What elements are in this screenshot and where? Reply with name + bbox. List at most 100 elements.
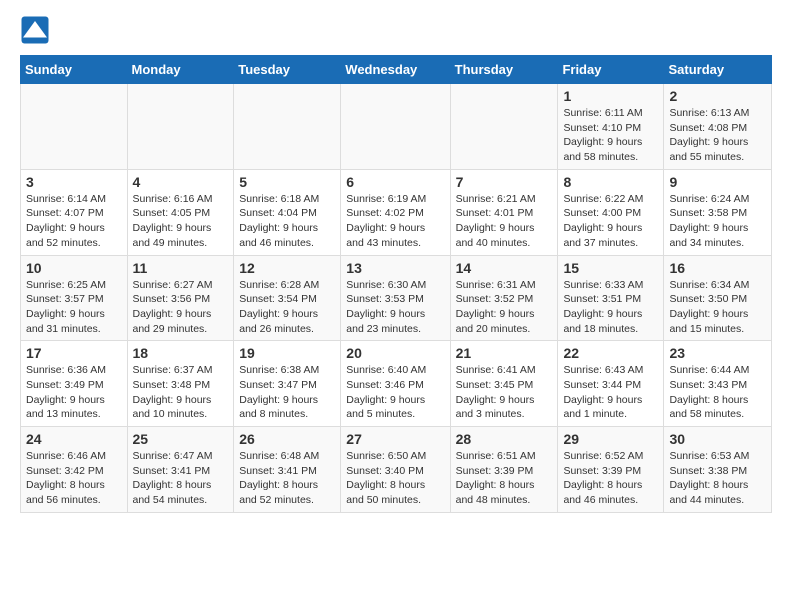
day-number: 3 xyxy=(26,174,122,190)
day-info: Sunrise: 6:41 AM Sunset: 3:45 PM Dayligh… xyxy=(456,363,553,422)
week-row-0: 1Sunrise: 6:11 AM Sunset: 4:10 PM Daylig… xyxy=(21,84,772,170)
day-number: 15 xyxy=(563,260,658,276)
day-number: 27 xyxy=(346,431,444,447)
day-number: 22 xyxy=(563,345,658,361)
day-info: Sunrise: 6:34 AM Sunset: 3:50 PM Dayligh… xyxy=(669,278,766,337)
day-number: 18 xyxy=(133,345,229,361)
day-info: Sunrise: 6:48 AM Sunset: 3:41 PM Dayligh… xyxy=(239,449,335,508)
day-info: Sunrise: 6:43 AM Sunset: 3:44 PM Dayligh… xyxy=(563,363,658,422)
day-cell: 1Sunrise: 6:11 AM Sunset: 4:10 PM Daylig… xyxy=(558,84,664,170)
day-cell: 3 Sunrise: 6:14 AM Sunset: 4:07 PM Daylig… xyxy=(21,169,128,255)
day-cell: 26 Sunrise: 6:48 AM Sunset: 3:41 PM Dayli… xyxy=(234,427,341,513)
day-info: Sunrise: 6:46 AM Sunset: 3:42 PM Dayligh… xyxy=(26,449,122,508)
day-cell: 14 Sunrise: 6:31 AM Sunset: 3:52 PM Dayli… xyxy=(450,255,558,341)
day-cell: 12Sunrise: 6:28 AM Sunset: 3:54 PM Dayli… xyxy=(234,255,341,341)
header-cell-tuesday: Tuesday xyxy=(234,56,341,84)
day-info: Sunrise: 6:16 AM Sunset: 4:05 PM Dayligh… xyxy=(133,192,229,251)
day-cell: 5 Sunrise: 6:18 AM Sunset: 4:04 PM Daylig… xyxy=(234,169,341,255)
day-number: 14 xyxy=(456,260,553,276)
week-row-1: 3 Sunrise: 6:14 AM Sunset: 4:07 PM Daylig… xyxy=(21,169,772,255)
day-number: 21 xyxy=(456,345,553,361)
day-cell: 21 Sunrise: 6:41 AM Sunset: 3:45 PM Dayli… xyxy=(450,341,558,427)
day-info: Sunrise: 6:14 AM Sunset: 4:07 PM Dayligh… xyxy=(26,192,122,251)
header-cell-saturday: Saturday xyxy=(664,56,772,84)
day-cell xyxy=(450,84,558,170)
day-number: 24 xyxy=(26,431,122,447)
day-cell: 24 Sunrise: 6:46 AM Sunset: 3:42 PM Dayli… xyxy=(21,427,128,513)
day-cell: 16 Sunrise: 6:34 AM Sunset: 3:50 PM Dayli… xyxy=(664,255,772,341)
day-number: 17 xyxy=(26,345,122,361)
day-info: Sunrise: 6:37 AM Sunset: 3:48 PM Dayligh… xyxy=(133,363,229,422)
day-info: Sunrise: 6:27 AM Sunset: 3:56 PM Dayligh… xyxy=(133,278,229,337)
day-cell: 29 Sunrise: 6:52 AM Sunset: 3:39 PM Dayli… xyxy=(558,427,664,513)
day-cell: 28 Sunrise: 6:51 AM Sunset: 3:39 PM Dayli… xyxy=(450,427,558,513)
week-row-3: 17Sunrise: 6:36 AM Sunset: 3:49 PM Dayli… xyxy=(21,341,772,427)
day-cell: 2 Sunrise: 6:13 AM Sunset: 4:08 PM Daylig… xyxy=(664,84,772,170)
day-info: Sunrise: 6:18 AM Sunset: 4:04 PM Dayligh… xyxy=(239,192,335,251)
header-cell-wednesday: Wednesday xyxy=(341,56,450,84)
day-cell: 6 Sunrise: 6:19 AM Sunset: 4:02 PM Daylig… xyxy=(341,169,450,255)
day-cell: 17Sunrise: 6:36 AM Sunset: 3:49 PM Dayli… xyxy=(21,341,128,427)
day-number: 1 xyxy=(563,88,658,104)
calendar-header: SundayMondayTuesdayWednesdayThursdayFrid… xyxy=(21,56,772,84)
day-info: Sunrise: 6:25 AM Sunset: 3:57 PM Dayligh… xyxy=(26,278,122,337)
day-info: Sunrise: 6:28 AM Sunset: 3:54 PM Dayligh… xyxy=(239,278,335,337)
day-cell: 4Sunrise: 6:16 AM Sunset: 4:05 PM Daylig… xyxy=(127,169,234,255)
day-number: 8 xyxy=(563,174,658,190)
day-number: 6 xyxy=(346,174,444,190)
page-container: SundayMondayTuesdayWednesdayThursdayFrid… xyxy=(0,0,792,528)
day-number: 9 xyxy=(669,174,766,190)
logo xyxy=(20,15,52,45)
day-number: 16 xyxy=(669,260,766,276)
day-cell: 19Sunrise: 6:38 AM Sunset: 3:47 PM Dayli… xyxy=(234,341,341,427)
day-number: 29 xyxy=(563,431,658,447)
header-row: SundayMondayTuesdayWednesdayThursdayFrid… xyxy=(21,56,772,84)
day-number: 26 xyxy=(239,431,335,447)
day-cell: 27 Sunrise: 6:50 AM Sunset: 3:40 PM Dayli… xyxy=(341,427,450,513)
calendar-table: SundayMondayTuesdayWednesdayThursdayFrid… xyxy=(20,55,772,513)
day-info: Sunrise: 6:22 AM Sunset: 4:00 PM Dayligh… xyxy=(563,192,658,251)
logo-icon xyxy=(20,15,50,45)
day-info: Sunrise: 6:44 AM Sunset: 3:43 PM Dayligh… xyxy=(669,363,766,422)
day-cell: 7 Sunrise: 6:21 AM Sunset: 4:01 PM Daylig… xyxy=(450,169,558,255)
header-cell-thursday: Thursday xyxy=(450,56,558,84)
day-info: Sunrise: 6:19 AM Sunset: 4:02 PM Dayligh… xyxy=(346,192,444,251)
week-row-2: 10 Sunrise: 6:25 AM Sunset: 3:57 PM Dayli… xyxy=(21,255,772,341)
day-number: 5 xyxy=(239,174,335,190)
day-cell: 23 Sunrise: 6:44 AM Sunset: 3:43 PM Dayli… xyxy=(664,341,772,427)
day-number: 10 xyxy=(26,260,122,276)
day-info: Sunrise: 6:21 AM Sunset: 4:01 PM Dayligh… xyxy=(456,192,553,251)
day-info: Sunrise: 6:31 AM Sunset: 3:52 PM Dayligh… xyxy=(456,278,553,337)
day-info: Sunrise: 6:40 AM Sunset: 3:46 PM Dayligh… xyxy=(346,363,444,422)
header-cell-sunday: Sunday xyxy=(21,56,128,84)
week-row-4: 24 Sunrise: 6:46 AM Sunset: 3:42 PM Dayli… xyxy=(21,427,772,513)
day-info: Sunrise: 6:13 AM Sunset: 4:08 PM Dayligh… xyxy=(669,106,766,165)
day-cell: 13 Sunrise: 6:30 AM Sunset: 3:53 PM Dayli… xyxy=(341,255,450,341)
day-info: Sunrise: 6:51 AM Sunset: 3:39 PM Dayligh… xyxy=(456,449,553,508)
day-cell: 18 Sunrise: 6:37 AM Sunset: 3:48 PM Dayli… xyxy=(127,341,234,427)
day-cell: 25Sunrise: 6:47 AM Sunset: 3:41 PM Dayli… xyxy=(127,427,234,513)
day-cell: 30Sunrise: 6:53 AM Sunset: 3:38 PM Dayli… xyxy=(664,427,772,513)
day-number: 7 xyxy=(456,174,553,190)
header-cell-monday: Monday xyxy=(127,56,234,84)
day-number: 13 xyxy=(346,260,444,276)
header-cell-friday: Friday xyxy=(558,56,664,84)
day-cell: 11 Sunrise: 6:27 AM Sunset: 3:56 PM Dayli… xyxy=(127,255,234,341)
day-cell xyxy=(127,84,234,170)
day-number: 28 xyxy=(456,431,553,447)
day-number: 23 xyxy=(669,345,766,361)
day-info: Sunrise: 6:52 AM Sunset: 3:39 PM Dayligh… xyxy=(563,449,658,508)
day-cell: 8 Sunrise: 6:22 AM Sunset: 4:00 PM Daylig… xyxy=(558,169,664,255)
calendar-body: 1Sunrise: 6:11 AM Sunset: 4:10 PM Daylig… xyxy=(21,84,772,513)
day-info: Sunrise: 6:50 AM Sunset: 3:40 PM Dayligh… xyxy=(346,449,444,508)
day-number: 11 xyxy=(133,260,229,276)
day-cell: 22 Sunrise: 6:43 AM Sunset: 3:44 PM Dayli… xyxy=(558,341,664,427)
day-info: Sunrise: 6:47 AM Sunset: 3:41 PM Dayligh… xyxy=(133,449,229,508)
day-info: Sunrise: 6:24 AM Sunset: 3:58 PM Dayligh… xyxy=(669,192,766,251)
day-number: 20 xyxy=(346,345,444,361)
day-number: 2 xyxy=(669,88,766,104)
day-number: 30 xyxy=(669,431,766,447)
day-cell: 15Sunrise: 6:33 AM Sunset: 3:51 PM Dayli… xyxy=(558,255,664,341)
day-cell: 20 Sunrise: 6:40 AM Sunset: 3:46 PM Dayli… xyxy=(341,341,450,427)
day-info: Sunrise: 6:30 AM Sunset: 3:53 PM Dayligh… xyxy=(346,278,444,337)
